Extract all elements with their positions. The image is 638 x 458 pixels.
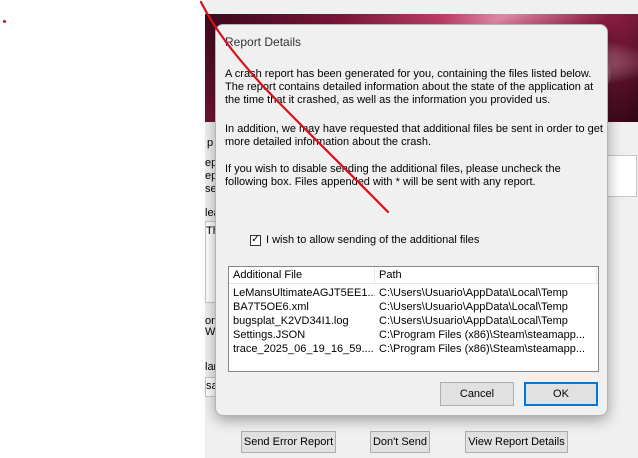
file-path: C:\Users\Usuario\AppData\Local\Temp xyxy=(379,287,568,299)
file-path: C:\Users\Usuario\AppData\Local\Temp xyxy=(379,315,568,327)
bg-text-fragment: p xyxy=(207,137,214,149)
report-details-dialog: Report Details A crash report has been g… xyxy=(215,24,608,416)
file-path: C:\Program Files (x86)\Steam\steamapp... xyxy=(379,343,586,355)
view-report-details-button[interactable]: View Report Details xyxy=(465,431,568,453)
file-path: C:\Program Files (x86)\Steam\steamapp... xyxy=(379,329,586,341)
red-dot-mark xyxy=(3,20,6,23)
list-item[interactable]: LeMansUltimateAGJT5EE1.... C:\Users\Usua… xyxy=(229,286,598,300)
column-header-additional-file[interactable]: Additional File xyxy=(229,267,375,283)
file-name: trace_2025_06_19_16_59.... xyxy=(233,343,374,355)
file-name: bugsplat_K2VD34I1.log xyxy=(233,315,349,327)
file-name: Settings.JSON xyxy=(233,329,306,341)
cancel-button[interactable]: Cancel xyxy=(440,382,514,406)
disable-sending-paragraph: If you wish to disable sending the addit… xyxy=(225,163,561,188)
column-header-path[interactable]: Path xyxy=(375,267,597,283)
intro-paragraph: A crash report has been generated for yo… xyxy=(225,68,594,106)
additional-files-paragraph: In addition, we may have requested that … xyxy=(225,123,603,148)
allow-additional-files-option[interactable]: ✓ I wish to allow sending of the additio… xyxy=(250,234,479,246)
list-item[interactable]: trace_2025_06_19_16_59.... C:\Program Fi… xyxy=(229,342,598,356)
file-path: C:\Users\Usuario\AppData\Local\Temp xyxy=(379,301,568,313)
file-name: BA7T5OE6.xml xyxy=(233,301,309,313)
file-name: LeMansUltimateAGJT5EE1.... xyxy=(233,287,375,299)
dont-send-button[interactable]: Don't Send xyxy=(370,431,430,453)
files-list-header: Additional File Path xyxy=(229,267,598,284)
additional-files-list[interactable]: Additional File Path LeMansUltimateAGJT5… xyxy=(228,266,599,372)
list-item[interactable]: BA7T5OE6.xml C:\Users\Usuario\AppData\Lo… xyxy=(229,300,598,314)
ok-button[interactable]: OK xyxy=(524,382,598,406)
list-item[interactable]: bugsplat_K2VD34I1.log C:\Users\Usuario\A… xyxy=(229,314,598,328)
bg-right-panel xyxy=(605,155,637,197)
checkbox-label: I wish to allow sending of the additiona… xyxy=(266,234,480,246)
list-item[interactable]: Settings.JSON C:\Program Files (x86)\Ste… xyxy=(229,328,598,342)
send-error-report-button[interactable]: Send Error Report xyxy=(241,431,336,453)
allow-additional-files-checkbox[interactable]: ✓ xyxy=(250,234,261,246)
dialog-title: Report Details xyxy=(225,35,302,49)
